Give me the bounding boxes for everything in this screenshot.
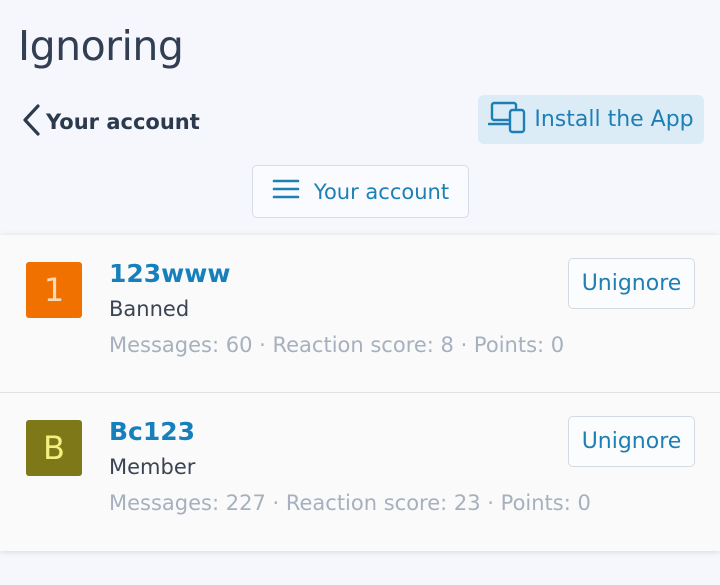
user-stats: Messages: 227 · Reaction score: 23 · Poi… <box>109 491 591 515</box>
account-menu-label: Your account <box>313 179 450 204</box>
back-link-label: Your account <box>46 110 200 134</box>
back-link-your-account[interactable]: Your account <box>20 102 200 142</box>
page-title: Ignoring <box>18 22 184 70</box>
avatar[interactable]: B <box>26 420 82 476</box>
page: Ignoring Your account Install the App Yo… <box>0 0 720 585</box>
chevron-left-icon <box>20 102 44 142</box>
install-app-button[interactable]: Install the App <box>478 95 704 144</box>
install-app-label: Install the App <box>534 107 694 132</box>
ignored-users-list: 1 123www Banned Messages: 60 · Reaction … <box>0 235 720 551</box>
user-stats: Messages: 60 · Reaction score: 8 · Point… <box>109 333 565 357</box>
user-role: Banned <box>109 297 190 321</box>
user-role: Member <box>109 455 196 479</box>
avatar-initial: B <box>43 429 65 467</box>
ignored-user-row: 1 123www Banned Messages: 60 · Reaction … <box>0 235 720 393</box>
unignore-button[interactable]: Unignore <box>568 416 695 467</box>
avatar[interactable]: 1 <box>26 262 82 318</box>
username-link[interactable]: 123www <box>109 259 230 288</box>
devices-icon <box>488 100 534 140</box>
ignored-user-row: B Bc123 Member Messages: 227 · Reaction … <box>0 393 720 551</box>
avatar-initial: 1 <box>43 271 65 309</box>
hamburger-icon <box>272 177 314 206</box>
username-link[interactable]: Bc123 <box>109 417 195 446</box>
account-menu-button[interactable]: Your account <box>252 165 469 218</box>
unignore-button[interactable]: Unignore <box>568 258 695 309</box>
